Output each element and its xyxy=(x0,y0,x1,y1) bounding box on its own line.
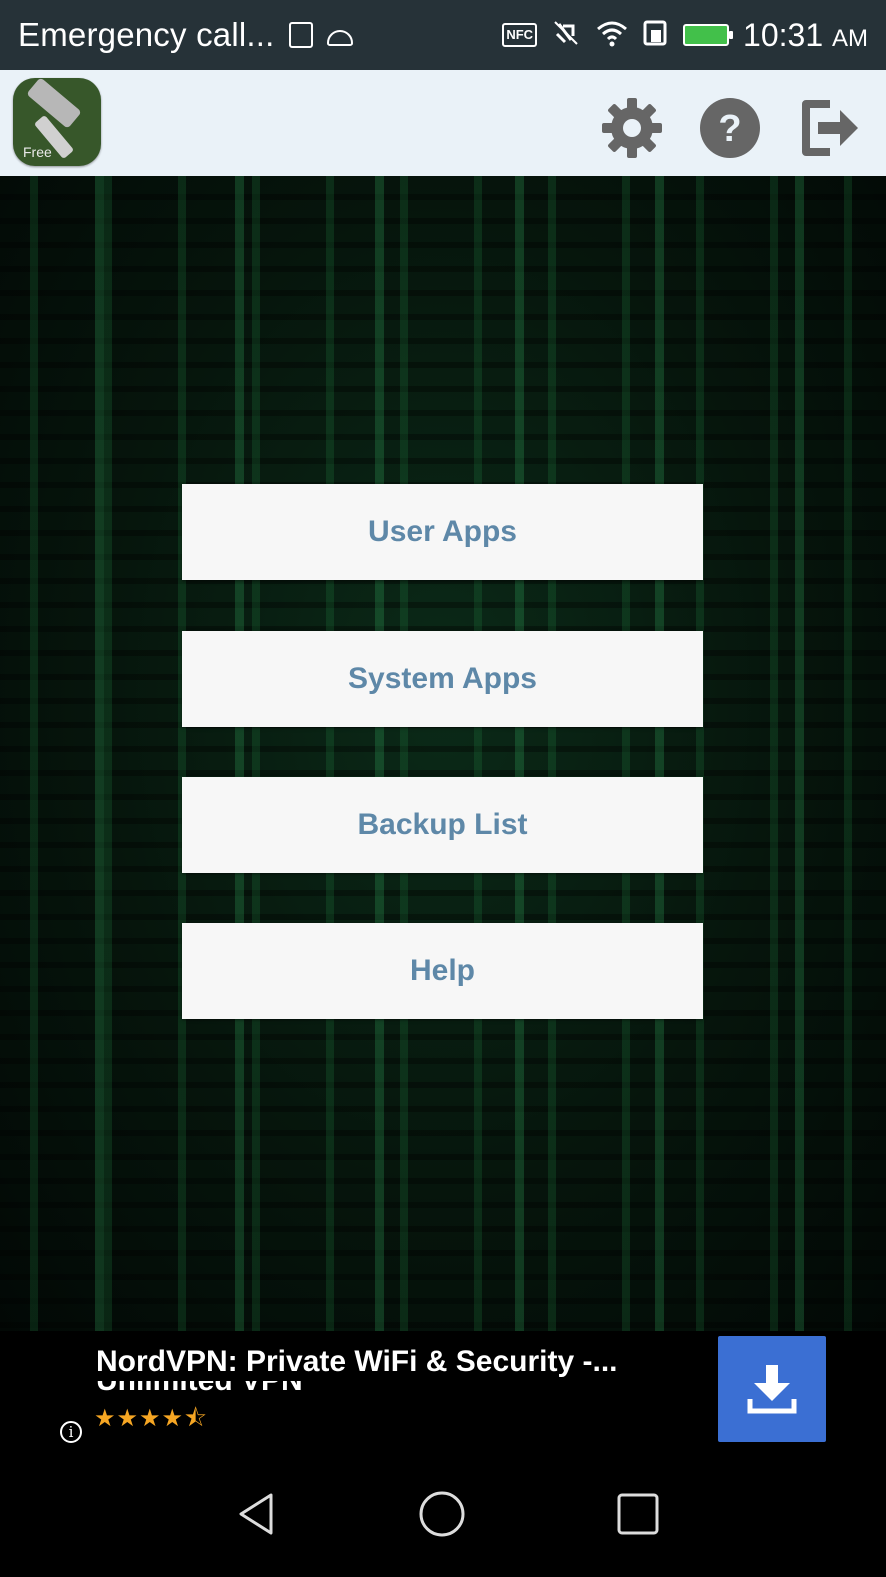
app-logo[interactable]: Free xyxy=(13,78,101,166)
ad-title[interactable]: NordVPN: Private WiFi & Security -... xyxy=(96,1345,696,1381)
android-icon xyxy=(326,30,353,46)
carrier-text: Emergency call... xyxy=(18,16,275,53)
nfc-icon: NFC xyxy=(502,23,538,47)
status-right: NFC 10:31 AM xyxy=(502,0,868,70)
ad-rating-stars: ★★★★⯪ xyxy=(94,1405,208,1432)
sim-info-icon xyxy=(288,22,313,48)
hammer-icon xyxy=(26,78,82,129)
ad-title-line2: Unlimited VPN xyxy=(96,1381,696,1393)
help-button[interactable]: Help xyxy=(182,923,703,1019)
navigation-bar xyxy=(0,1448,886,1577)
matrix-background xyxy=(0,176,886,1331)
user-apps-button[interactable]: User Apps xyxy=(182,484,703,580)
sim-icon xyxy=(643,18,669,53)
ad-download-button[interactable] xyxy=(718,1336,826,1442)
clock: 10:31 AM xyxy=(743,17,868,54)
download-icon xyxy=(747,1365,797,1414)
app-bar: Free ? xyxy=(0,70,886,176)
backup-list-button[interactable]: Backup List xyxy=(182,777,703,873)
wifi-icon xyxy=(595,18,629,53)
ad-info-icon[interactable]: i xyxy=(60,1421,82,1443)
settings-gear-icon[interactable] xyxy=(600,96,664,160)
ad-banner[interactable]: NordVPN: Private WiFi & Security -... Un… xyxy=(0,1331,886,1448)
battery-charging-icon xyxy=(683,24,734,46)
vibrate-mute-icon xyxy=(551,18,581,53)
system-apps-button[interactable]: System Apps xyxy=(182,631,703,727)
home-icon[interactable] xyxy=(414,1486,470,1542)
back-icon[interactable] xyxy=(228,1486,284,1542)
clock-suffix: AM xyxy=(832,24,868,52)
help-question-icon[interactable]: ? xyxy=(698,96,762,160)
status-bar: Emergency call... NFC 10:31 AM xyxy=(0,0,886,70)
exit-icon[interactable] xyxy=(796,96,860,160)
svg-text:?: ? xyxy=(718,108,741,150)
clock-time: 10:31 xyxy=(743,16,824,53)
status-left: Emergency call... xyxy=(18,0,353,70)
recent-apps-icon[interactable] xyxy=(610,1486,666,1542)
free-badge: Free xyxy=(23,144,52,160)
